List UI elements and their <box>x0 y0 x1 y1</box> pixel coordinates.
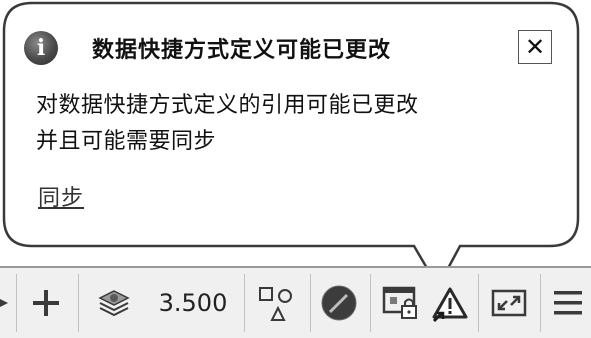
divider <box>540 274 541 332</box>
balloon-message: 对数据快捷方式定义的引用可能已更改 并且可能需要同步 <box>36 88 556 160</box>
layers-icon[interactable] <box>90 278 138 328</box>
divider <box>310 274 311 332</box>
dropdown-arrow-icon[interactable] <box>0 278 12 328</box>
warning-icon[interactable] <box>428 278 472 328</box>
balloon-title: 数据快捷方式定义可能已更改 <box>92 38 392 63</box>
message-line-1: 对数据快捷方式定义的引用可能已更改 <box>36 93 419 118</box>
close-button[interactable]: ✕ <box>518 30 552 64</box>
divider <box>370 274 371 332</box>
fullscreen-icon[interactable] <box>484 278 534 328</box>
plus-icon[interactable] <box>24 278 68 328</box>
info-glyph: i <box>36 35 46 61</box>
lock-ui-icon[interactable] <box>376 278 426 328</box>
sync-link[interactable]: 同步 <box>38 180 84 212</box>
balloon-header: i 数据快捷方式定义可能已更改 <box>24 26 554 70</box>
divider <box>478 274 479 332</box>
menu-icon[interactable] <box>546 278 590 328</box>
close-icon: ✕ <box>524 33 546 61</box>
status-bar: 3.500 <box>0 266 591 338</box>
divider <box>16 274 17 332</box>
shapes-icon[interactable] <box>250 278 302 328</box>
divider <box>244 274 245 332</box>
screen: i 数据快捷方式定义可能已更改 ✕ 对数据快捷方式定义的引用可能已更改 并且可能… <box>0 0 591 338</box>
scale-value: 3.500 <box>158 289 228 317</box>
info-icon: i <box>24 31 58 65</box>
color-circle-icon[interactable] <box>314 278 364 328</box>
annotation-scale[interactable]: 3.500 <box>148 278 238 328</box>
message-line-2: 并且可能需要同步 <box>36 129 217 154</box>
divider <box>78 274 79 332</box>
